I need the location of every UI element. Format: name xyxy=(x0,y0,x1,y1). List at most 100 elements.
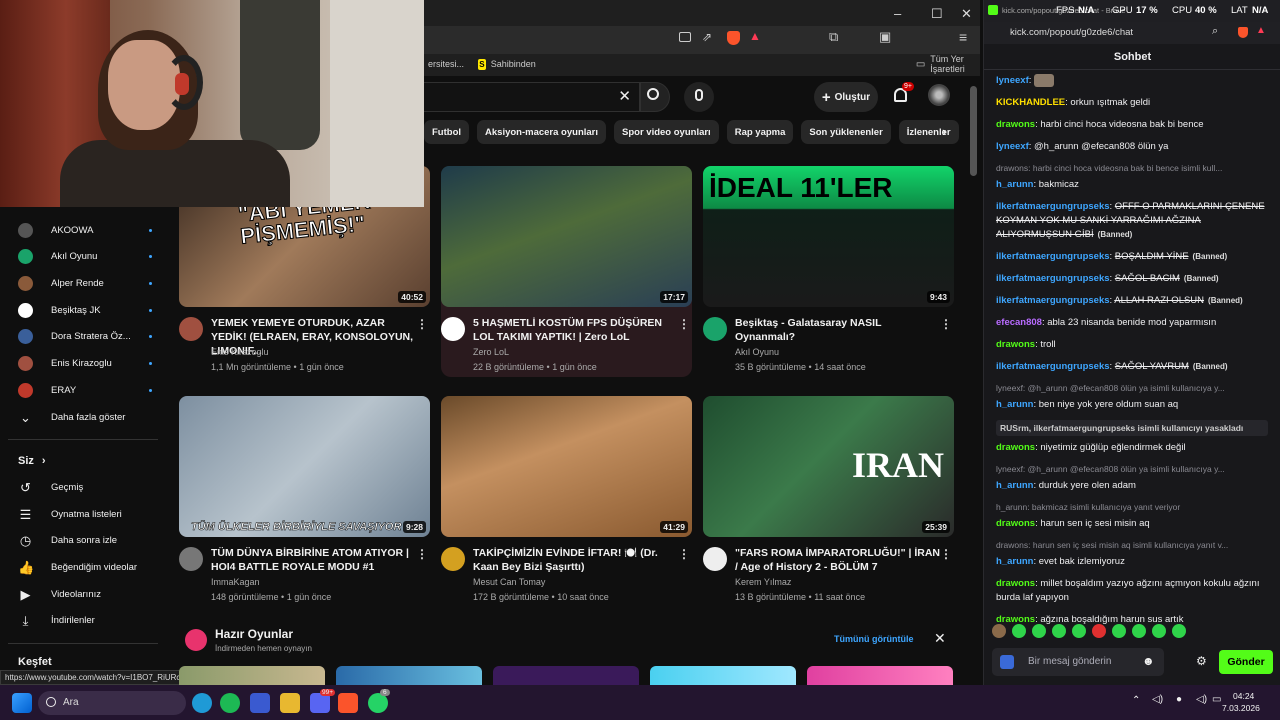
discord-icon[interactable] xyxy=(310,693,330,713)
taskbar-search[interactable]: Ara xyxy=(38,691,186,715)
notifications-button[interactable]: 9+ xyxy=(892,82,914,106)
chat-username[interactable]: ilkerfatmaergungrupseks xyxy=(996,273,1110,284)
game-card[interactable] xyxy=(807,666,953,686)
sidebar-item-liked[interactable]: 👍 Beğendiğim videolar xyxy=(18,555,158,579)
chat-username[interactable]: h_arunn xyxy=(996,480,1033,491)
chat-reply-context[interactable]: drawons: harun sen iç sesi misin aq isim… xyxy=(996,540,1268,550)
video-channel[interactable]: Kerem Yılmaz xyxy=(735,577,791,587)
game-card[interactable] xyxy=(650,666,796,686)
sidebar-item-channel[interactable]: ERAY xyxy=(18,378,158,402)
chat-username[interactable]: drawons xyxy=(996,578,1035,589)
create-button[interactable]: + Oluştur xyxy=(814,82,878,112)
bookmark-item[interactable]: Sahibinden xyxy=(491,59,536,69)
sidebar-item-channel[interactable]: Alper Rende xyxy=(18,271,158,295)
video-thumbnail[interactable]: TÜM ÜLKELER BİRBİRİYLE SAVAŞIYOR 9:28 xyxy=(179,396,430,537)
video-channel[interactable]: ImmaKagan xyxy=(211,577,260,587)
chat-address-bar[interactable]: kick.com/popout/g0zde6/chat ⌕ ▲ xyxy=(984,22,1280,44)
chat-username[interactable]: h_arunn xyxy=(996,179,1033,190)
chat-reply-context[interactable]: lyneexf: @h_arunn @efecan808 ölün ya isi… xyxy=(996,464,1268,474)
close-shelf-icon[interactable]: ✕ xyxy=(934,630,946,647)
mic-icon[interactable]: ● xyxy=(1176,694,1182,705)
chat-username[interactable]: h_arunn xyxy=(996,556,1033,567)
emote-icon[interactable] xyxy=(992,624,1006,638)
game-card[interactable] xyxy=(179,666,325,686)
emote-icon[interactable] xyxy=(1172,624,1186,638)
rewards-icon[interactable]: ▲ xyxy=(749,29,761,43)
brave-shield-icon[interactable] xyxy=(1238,27,1248,38)
chat-username[interactable]: efecan808 xyxy=(996,317,1042,328)
chat-message-input[interactable]: Bir mesaj gönderin ☻ xyxy=(992,648,1164,676)
chat-username[interactable]: lyneexf xyxy=(996,75,1029,86)
emote-icon[interactable] xyxy=(1092,624,1106,638)
emote-icon[interactable] xyxy=(1112,624,1126,638)
channel-avatar[interactable] xyxy=(179,547,203,571)
bookmark-item[interactable]: ersitesi... xyxy=(428,59,464,69)
menu-icon[interactable]: ≡ xyxy=(959,29,967,45)
game-card[interactable] xyxy=(493,666,639,686)
brave-icon[interactable] xyxy=(338,693,358,713)
chat-username[interactable]: ilkerfatmaergungrupseks xyxy=(996,251,1110,262)
sidebar-item-channel[interactable]: AKOOWA xyxy=(18,218,158,242)
channel-avatar[interactable] xyxy=(703,317,727,341)
clock-date[interactable]: 7.03.2026 xyxy=(1222,703,1260,713)
windows-start-icon[interactable] xyxy=(12,693,32,713)
emote-icon[interactable] xyxy=(1152,624,1166,638)
channel-avatar[interactable] xyxy=(703,547,727,571)
address-bar[interactable]: ⇗ ▲ ⧉ ▣ ≡ xyxy=(424,26,980,54)
file-explorer-icon[interactable] xyxy=(280,693,300,713)
emote-icon[interactable] xyxy=(1012,624,1026,638)
screenshot-icon[interactable] xyxy=(679,32,691,42)
video-card[interactable]: TÜM ÜLKELER BİRBİRİYLE SAVAŞIYOR 9:28 TÜM … xyxy=(179,396,430,607)
chat-username[interactable]: drawons xyxy=(996,518,1035,529)
chat-username[interactable]: ilkerfatmaergungrupseks xyxy=(996,201,1110,212)
video-thumbnail[interactable]: IRAN 25:39 xyxy=(703,396,954,537)
video-title[interactable]: Beşiktaş - Galatasaray NASIL Oynanmalı? xyxy=(735,316,940,344)
extensions-icon[interactable]: ⧉ xyxy=(829,29,838,45)
chips-next-icon[interactable]: › xyxy=(942,124,946,139)
video-card[interactable]: İDEAL 11'LER 9:43 Beşiktaş - Galatasaray N… xyxy=(703,166,954,377)
sidebar-item-your-videos[interactable]: ▶ Videolarınız xyxy=(18,582,158,606)
rewards-icon[interactable]: ▲ xyxy=(1256,25,1266,36)
chat-username[interactable]: KICKHANDLEE xyxy=(996,97,1065,108)
chat-reply-context[interactable]: lyneexf: @h_arunn @efecan808 ölün ya isi… xyxy=(996,383,1268,393)
volume-icon[interactable]: ◁) xyxy=(1196,694,1207,705)
more-options-icon[interactable]: ⋮ xyxy=(678,547,690,561)
channel-avatar[interactable] xyxy=(441,317,465,341)
clear-search-icon[interactable]: ✕ xyxy=(618,87,631,105)
video-thumbnail[interactable]: 17:17 xyxy=(441,166,692,307)
sidebar-item-history[interactable]: ↺ Geçmiş xyxy=(18,475,158,499)
chip-rap[interactable]: Rap yapma xyxy=(726,120,794,144)
share-icon[interactable]: ⇗ xyxy=(702,30,712,44)
game-card[interactable] xyxy=(336,666,482,686)
sidebar-toggle-icon[interactable]: ▣ xyxy=(879,29,891,45)
account-avatar[interactable] xyxy=(928,84,950,106)
chip-watched[interactable]: İzlenenler xyxy=(898,120,959,144)
emote-icon[interactable] xyxy=(1072,624,1086,638)
video-title[interactable]: "FARS ROMA İMPARATORLUĞU!" | İRAN / Age … xyxy=(735,546,940,574)
send-button[interactable]: Gönder xyxy=(1219,650,1273,674)
search-input[interactable]: ✕ xyxy=(424,82,640,112)
chat-reply-context[interactable]: drawons: harbi cinci hoca videosna bak b… xyxy=(996,163,1268,173)
more-options-icon[interactable]: ⋮ xyxy=(416,317,428,331)
whatsapp-icon[interactable] xyxy=(368,693,388,713)
emoji-icon[interactable]: ☻ xyxy=(1142,654,1155,668)
emote-icon[interactable] xyxy=(1052,624,1066,638)
more-options-icon[interactable]: ⋮ xyxy=(678,317,690,331)
chat-username[interactable]: ilkerfatmaergungrupseks xyxy=(996,361,1110,372)
scrollbar[interactable] xyxy=(970,86,977,176)
video-card[interactable]: 41:29 TAKİPÇİMİZİN EVİNDE İFTAR! 🍽️ (Dr. … xyxy=(441,396,692,607)
sidebar-item-playlists[interactable]: ☰ Oynatma listeleri xyxy=(18,502,158,526)
speaker-icon[interactable]: ◁) xyxy=(1152,694,1163,705)
chat-username[interactable]: drawons xyxy=(996,339,1035,350)
edge-icon[interactable] xyxy=(192,693,212,713)
all-bookmarks[interactable]: Tüm Yer İşaretleri xyxy=(930,54,980,74)
chip-futbol[interactable]: Futbol xyxy=(424,120,470,144)
video-title[interactable]: TAKİPÇİMİZİN EVİNDE İFTAR! 🍽️ (Dr. Kaan … xyxy=(473,546,678,574)
video-channel[interactable]: Zero LoL xyxy=(473,347,509,357)
chat-settings-icon[interactable]: ⚙ xyxy=(1196,654,1207,668)
more-options-icon[interactable]: ⋮ xyxy=(940,317,952,331)
video-thumbnail[interactable]: 41:29 xyxy=(441,396,692,537)
more-options-icon[interactable]: ⋮ xyxy=(416,547,428,561)
teams-icon[interactable] xyxy=(250,693,270,713)
chat-username[interactable]: h_arunn xyxy=(996,399,1033,410)
